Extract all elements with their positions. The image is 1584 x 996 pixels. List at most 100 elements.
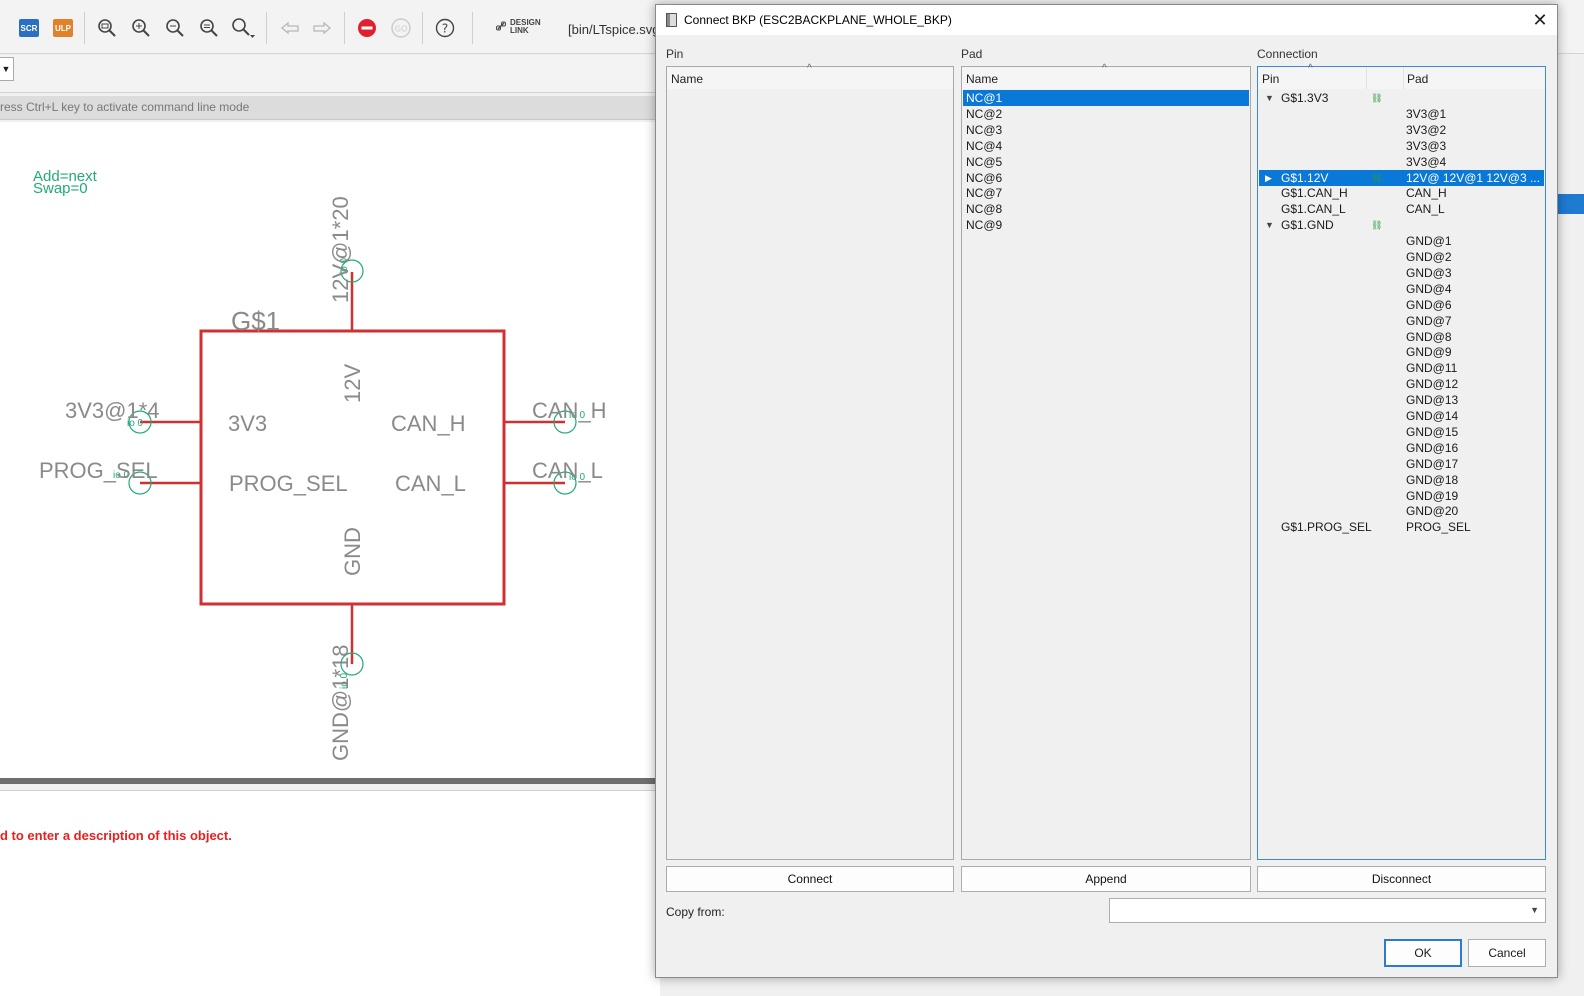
copy-from-label: Copy from: [666, 905, 725, 919]
collapsed-chevron-icon[interactable]: ▶ [1265, 170, 1272, 186]
connection-row[interactable]: GND@16 [1259, 440, 1544, 456]
connection-row[interactable]: ▼ G$1.3V3 ⛓ [1259, 90, 1544, 106]
connection-row[interactable]: 3V3@1 [1259, 106, 1544, 122]
connection-pad-cell: GND@12 [1406, 377, 1459, 392]
connection-row[interactable]: GND@20 [1259, 503, 1544, 519]
connection-row[interactable]: G$1.CAN_H CAN_H [1259, 185, 1544, 201]
connection-row[interactable]: 3V3@2 [1259, 122, 1544, 138]
connection-row[interactable]: ▼ G$1.GND ⛓ [1259, 217, 1544, 233]
layer-dropdown[interactable]: ▼ [0, 57, 14, 81]
connection-pad-cell: 3V3@4 [1406, 154, 1447, 169]
pad-list-item[interactable]: NC@2 [963, 106, 1249, 122]
pad-list[interactable]: Name ^ NC@1 NC@2 NC@3 NC@4 NC@5 NC@6 NC@7 NC@8 N… [961, 63, 1251, 860]
connection-row[interactable]: GND@18 [1259, 472, 1544, 488]
ok-button[interactable]: OK [1384, 939, 1462, 967]
chevron-down-icon: ▼ [1530, 905, 1539, 915]
connect-dialog: Connect BKP (ESC2BACKPLANE_WHOLE_BKP) ✕ … [655, 4, 1558, 978]
expanded-chevron-icon[interactable]: ▼ [1265, 217, 1274, 233]
connection-row[interactable]: GND@13 [1259, 392, 1544, 408]
pin-name-column-header[interactable]: Name [671, 72, 703, 86]
connection-row[interactable]: G$1.PROG_SEL PROG_SEL [1259, 519, 1544, 535]
description-pane[interactable]: d to enter a description of this object. [0, 790, 660, 996]
connection-row[interactable]: 3V3@4 [1259, 154, 1544, 170]
pad-list-item[interactable]: NC@8 [963, 201, 1249, 217]
command-line[interactable]: ress Ctrl+L key to activate command line… [0, 96, 660, 120]
ulp-icon[interactable]: ULP [50, 15, 76, 41]
go-icon[interactable]: GO [388, 15, 414, 41]
undo-icon[interactable] [276, 15, 302, 41]
parameter-toolbar: ▼ [0, 55, 660, 93]
column-divider[interactable] [1366, 67, 1367, 89]
append-button[interactable]: Append [961, 866, 1251, 892]
connection-pad-column-header[interactable]: Pad [1407, 72, 1428, 86]
redo-icon[interactable] [310, 15, 336, 41]
pad-list-item[interactable]: NC@3 [963, 122, 1249, 138]
column-divider[interactable] [1403, 67, 1404, 89]
connection-row[interactable]: GND@4 [1259, 281, 1544, 297]
zoom-fit-icon[interactable] [94, 15, 120, 41]
close-button[interactable]: ✕ [1523, 5, 1557, 35]
pad-name-column-header[interactable]: Name [966, 72, 998, 86]
connection-row[interactable]: GND@7 [1259, 313, 1544, 329]
connection-pad-cell: GND@18 [1406, 472, 1459, 487]
connection-row[interactable]: G$1.CAN_L CAN_L [1259, 201, 1544, 217]
connection-row[interactable]: ▶ G$1.12V ⛓ 12V@ 12V@1 12V@3 ... [1259, 169, 1544, 186]
param-swap-label: Swap=0 [33, 180, 88, 197]
design-link-button[interactable]: DESIGN LINK [496, 19, 541, 35]
pane-splitter[interactable] [0, 778, 660, 784]
connection-row[interactable]: GND@11 [1259, 360, 1544, 376]
connection-row[interactable]: GND@17 [1259, 456, 1544, 472]
connection-row[interactable]: GND@15 [1259, 424, 1544, 440]
connect-button[interactable]: Connect [666, 866, 954, 892]
connection-pad-cell: 3V3@1 [1406, 106, 1447, 121]
pad-list-item[interactable]: NC@6 [963, 170, 1249, 186]
scr-badge: SCR [19, 19, 39, 37]
sort-ascending-icon: ^ [1308, 63, 1313, 74]
toolbar-separator [266, 12, 267, 44]
zoom-out-icon[interactable] [162, 15, 188, 41]
pad-list-item[interactable]: NC@1 [963, 90, 1249, 106]
stop-icon[interactable] [354, 15, 380, 41]
script-icon[interactable]: SCR [16, 15, 42, 41]
connection-pad-cell: 3V3@2 [1406, 122, 1447, 137]
connection-pad-cell: GND@20 [1406, 504, 1459, 519]
connection-pad-cell: GND@11 [1406, 361, 1458, 376]
connection-pin-cell: G$1.GND [1281, 218, 1334, 233]
cancel-button[interactable]: Cancel [1468, 939, 1546, 967]
pad-list-item[interactable]: NC@5 [963, 154, 1249, 170]
pin-name-3v3: 3V3 [228, 411, 267, 436]
connection-row[interactable]: GND@6 [1259, 297, 1544, 313]
copy-from-dropdown[interactable]: ▼ [1109, 898, 1546, 923]
design-link-line2: LINK [510, 26, 529, 35]
connection-pad-cell: GND@6 [1406, 297, 1452, 312]
connection-pin-cell: G$1.PROG_SEL [1281, 520, 1372, 535]
dialog-titlebar[interactable]: Connect BKP (ESC2BACKPLANE_WHOLE_BKP) ✕ [656, 5, 1557, 35]
connection-row[interactable]: GND@3 [1259, 265, 1544, 281]
pad-list-item[interactable]: NC@4 [963, 138, 1249, 154]
zoom-select-icon[interactable] [196, 15, 222, 41]
pad-list-item[interactable]: NC@9 [963, 217, 1249, 233]
connection-row[interactable]: GND@12 [1259, 376, 1544, 392]
dialog-title: Connect BKP (ESC2BACKPLANE_WHOLE_BKP) [684, 13, 952, 27]
expanded-chevron-icon[interactable]: ▼ [1265, 90, 1274, 106]
toolbar-separator [344, 12, 345, 44]
zoom-window-icon[interactable] [230, 15, 256, 41]
connection-tree[interactable]: Pin ^ Pad ▼ G$1.3V3 ⛓ 3V3@1 3V3@2 3V3@3 3V3@4 ▶… [1257, 63, 1546, 860]
link-icon: ⛓ [1371, 220, 1383, 231]
connection-row[interactable]: GND@19 [1259, 488, 1544, 504]
connection-row[interactable]: GND@14 [1259, 408, 1544, 424]
connection-pin-column-header[interactable]: Pin [1262, 72, 1279, 86]
pad-label-can-h: CAN_H [532, 398, 607, 423]
connection-row[interactable]: GND@1 [1259, 233, 1544, 249]
pin-list[interactable]: Name ^ [666, 63, 954, 860]
pad-list-item[interactable]: NC@7 [963, 185, 1249, 201]
help-icon[interactable]: ? [432, 15, 458, 41]
toolbar-separator [422, 12, 423, 44]
zoom-in-icon[interactable] [128, 15, 154, 41]
connection-row[interactable]: GND@9 [1259, 344, 1544, 360]
schematic-canvas[interactable]: Add=next Swap=0 G$1 io 0 io 0 io 0 io 0 [0, 122, 660, 778]
connection-row[interactable]: GND@2 [1259, 249, 1544, 265]
disconnect-button[interactable]: Disconnect [1257, 866, 1546, 892]
connection-row[interactable]: GND@8 [1259, 329, 1544, 345]
connection-row[interactable]: 3V3@3 [1259, 138, 1544, 154]
